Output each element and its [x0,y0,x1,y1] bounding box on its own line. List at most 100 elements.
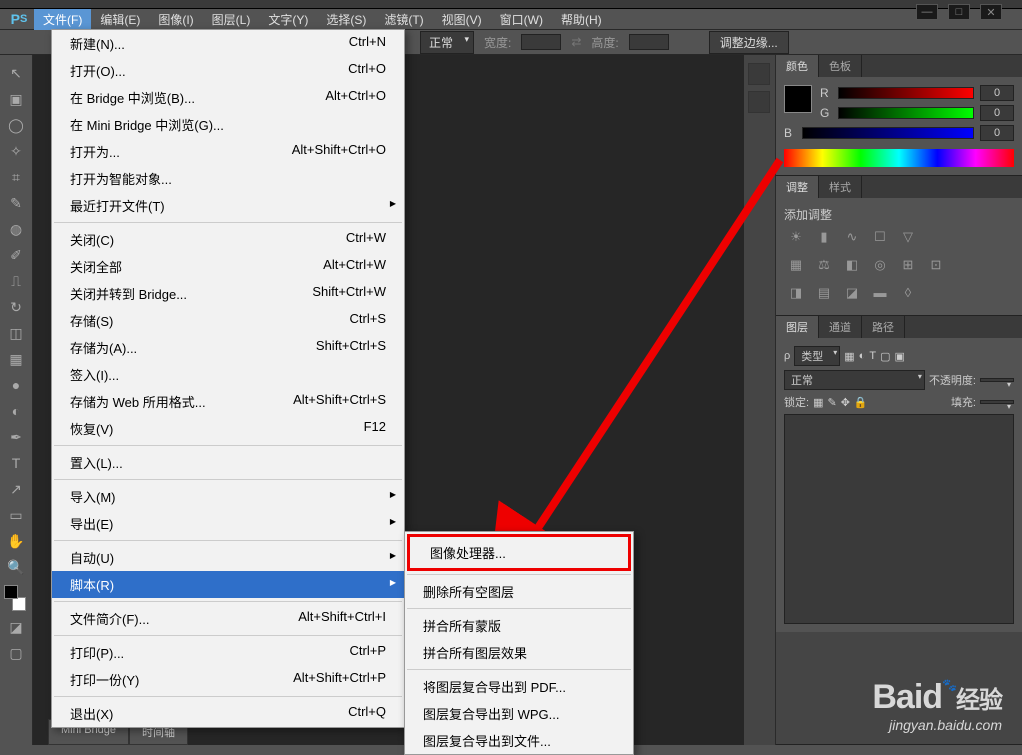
gradient-tool-icon[interactable]: ▦ [4,347,28,371]
balance-icon[interactable]: ⚖ [814,257,834,273]
fill-field[interactable] [980,400,1014,404]
eyedropper-tool-icon[interactable]: ✎ [4,191,28,215]
blur-tool-icon[interactable]: ● [4,373,28,397]
brush-tool-icon[interactable]: ✐ [4,243,28,267]
menu-item[interactable]: 导入(M) [52,483,404,510]
move-tool-icon[interactable]: ↖ [4,61,28,85]
menu-window[interactable]: 窗口(W) [491,9,552,30]
submenu-image-processor[interactable]: 图像处理器... [412,539,626,566]
properties-panel-icon[interactable] [748,91,770,113]
posterize-icon[interactable]: ▤ [814,285,834,301]
vibrance-icon[interactable]: ▽ [898,229,918,245]
tab-channels[interactable]: 通道 [819,316,862,338]
layer-filter-dropdown[interactable]: 类型 [794,346,840,366]
lasso-tool-icon[interactable]: ◯ [4,113,28,137]
menu-filter[interactable]: 滤镜(T) [375,9,432,30]
menu-item[interactable]: 置入(L)... [52,449,404,476]
stamp-tool-icon[interactable]: ⎍ [4,269,28,293]
menu-item[interactable]: 恢复(V)F12 [52,415,404,442]
menu-item[interactable]: 在 Mini Bridge 中浏览(G)... [52,111,404,138]
menu-item[interactable]: 最近打开文件(T) [52,192,404,219]
menu-item[interactable]: 存储为(A)...Shift+Ctrl+S [52,334,404,361]
tab-paths[interactable]: 路径 [862,316,905,338]
zoom-tool-icon[interactable]: 🔍 [4,555,28,579]
crop-tool-icon[interactable]: ⌗ [4,165,28,189]
g-value[interactable]: 0 [980,105,1014,121]
menu-item[interactable]: 打印一份(Y)Alt+Shift+Ctrl+P [52,666,404,693]
exposure-icon[interactable]: ☐ [870,229,890,245]
photo-filter-icon[interactable]: ◎ [870,257,890,273]
layer-list[interactable] [784,414,1014,624]
tab-color[interactable]: 颜色 [776,55,819,77]
menu-item[interactable]: 在 Bridge 中浏览(B)...Alt+Ctrl+O [52,84,404,111]
screen-mode-icon[interactable]: ▢ [4,641,28,665]
filter-pixel-icon[interactable]: ▦ [844,350,854,363]
b-slider[interactable] [802,127,974,139]
tab-swatches[interactable]: 色板 [819,55,862,77]
width-field[interactable] [521,34,561,50]
opacity-field[interactable] [980,378,1014,382]
menu-type[interactable]: 文字(Y) [259,9,317,30]
b-value[interactable]: 0 [980,125,1014,141]
menu-item[interactable]: 存储为 Web 所用格式...Alt+Shift+Ctrl+S [52,388,404,415]
pen-tool-icon[interactable]: ✒ [4,425,28,449]
menu-item[interactable]: 自动(U) [52,544,404,571]
levels-icon[interactable]: ▮ [814,229,834,245]
submenu-item[interactable]: 图层复合导出到文件... [405,727,633,754]
submenu-item[interactable]: 拼合所有图层效果 [405,639,633,666]
lock-all-icon[interactable]: 🔒 [854,396,868,409]
height-field[interactable] [629,34,669,50]
minimize-button[interactable]: — [916,4,938,20]
filter-smart-icon[interactable]: ▣ [894,350,904,363]
spectrum-bar[interactable] [784,149,1014,167]
marquee-tool-icon[interactable]: ▣ [4,87,28,111]
hand-tool-icon[interactable]: ✋ [4,529,28,553]
menu-layer[interactable]: 图层(L) [203,9,260,30]
menu-item[interactable]: 文件简介(F)...Alt+Shift+Ctrl+I [52,605,404,632]
quickmask-icon[interactable]: ◪ [4,615,28,639]
menu-edit[interactable]: 编辑(E) [91,9,149,30]
tab-styles[interactable]: 样式 [819,176,862,198]
history-panel-icon[interactable] [748,63,770,85]
menu-item[interactable]: 关闭(C)Ctrl+W [52,226,404,253]
close-button[interactable]: ✕ [980,4,1002,20]
submenu-item[interactable]: 将图层复合导出到 PDF... [405,673,633,700]
invert-icon[interactable]: ◨ [786,285,806,301]
path-tool-icon[interactable]: ↗ [4,477,28,501]
menu-item[interactable]: 新建(N)...Ctrl+N [52,30,404,57]
menu-item[interactable]: 存储(S)Ctrl+S [52,307,404,334]
menu-item[interactable]: 打开为智能对象... [52,165,404,192]
dodge-tool-icon[interactable]: ◐ [4,399,28,423]
menu-item[interactable]: 关闭全部Alt+Ctrl+W [52,253,404,280]
submenu-item[interactable]: 拼合所有蒙版 [405,612,633,639]
refine-edge-button[interactable]: 调整边缘... [709,31,789,54]
brightness-icon[interactable]: ☀ [786,229,806,245]
maximize-button[interactable]: □ [948,4,970,20]
menu-item[interactable]: 脚本(R) [52,571,404,598]
submenu-item[interactable]: 图层复合导出到 WPG... [405,700,633,727]
heal-tool-icon[interactable]: ◍ [4,217,28,241]
menu-view[interactable]: 视图(V) [433,9,491,30]
mixer-icon[interactable]: ⊞ [898,257,918,273]
blend-mode-dropdown[interactable]: 正常 [784,370,925,390]
hue-icon[interactable]: ▦ [786,257,806,273]
r-slider[interactable] [838,87,974,99]
type-tool-icon[interactable]: T [4,451,28,475]
menu-help[interactable]: 帮助(H) [552,9,611,30]
menu-item[interactable]: 关闭并转到 Bridge...Shift+Ctrl+W [52,280,404,307]
r-value[interactable]: 0 [980,85,1014,101]
wand-tool-icon[interactable]: ✧ [4,139,28,163]
menu-item[interactable]: 打印(P)...Ctrl+P [52,639,404,666]
selective-icon[interactable]: ◊ [898,285,918,301]
lut-icon[interactable]: ⊡ [926,257,946,273]
blend-mode-dropdown[interactable]: 正常 [420,31,474,54]
g-slider[interactable] [838,107,974,119]
filter-adjust-icon[interactable]: ◐ [859,350,866,362]
history-brush-icon[interactable]: ↻ [4,295,28,319]
menu-image[interactable]: 图像(I) [149,9,202,30]
lock-position-icon[interactable]: ✎ [827,396,836,409]
menu-item[interactable]: 打开为...Alt+Shift+Ctrl+O [52,138,404,165]
color-swatch-tool[interactable] [4,585,28,613]
eraser-tool-icon[interactable]: ◫ [4,321,28,345]
filter-shape-icon[interactable]: ▢ [880,350,890,363]
